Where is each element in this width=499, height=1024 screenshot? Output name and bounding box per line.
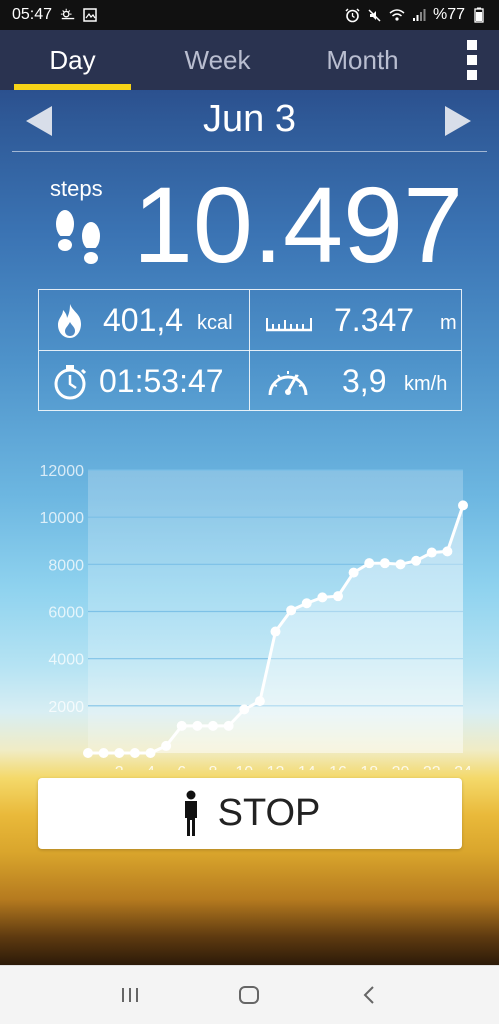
chart-data-point — [317, 592, 328, 603]
stop-button[interactable]: STOP — [38, 778, 462, 849]
chart-x-tick-label: 20 — [392, 764, 410, 770]
status-bar: 05:47 %77 — [0, 0, 499, 30]
steps-chart: 2000400060008000100001200024681012141618… — [0, 430, 499, 770]
home-icon[interactable] — [237, 983, 261, 1007]
chart-y-tick-label: 10000 — [40, 510, 85, 527]
chart-data-point — [379, 558, 390, 569]
stats-grid: 401,4 kcal 7.347 m 01:53:47 3,9 km/h — [38, 289, 462, 411]
chart-y-tick-label: 2000 — [48, 699, 84, 716]
overflow-menu-icon[interactable] — [463, 40, 481, 80]
current-date: Jun 3 — [203, 98, 296, 140]
chart-data-point — [161, 740, 172, 751]
back-icon[interactable] — [357, 983, 381, 1007]
recent-apps-icon[interactable] — [118, 983, 142, 1007]
wifi-icon — [389, 8, 405, 22]
next-day-arrow-icon[interactable] — [443, 104, 473, 138]
chart-y-tick-label: 12000 — [40, 463, 85, 480]
status-time: 05:47 — [12, 6, 53, 23]
chart-x-tick-label: 22 — [423, 764, 441, 770]
date-navigator: Jun 3 — [12, 90, 487, 152]
stopwatch-icon — [54, 365, 87, 400]
speedometer-icon — [268, 371, 308, 396]
battery-percent: %77 — [432, 6, 465, 23]
calories-value: 401,4 — [103, 302, 184, 338]
steps-label: steps — [50, 176, 103, 201]
image-icon — [82, 8, 98, 22]
chart-data-point — [145, 748, 156, 758]
chart-data-point — [223, 720, 234, 731]
steps-chart-svg: 2000400060008000100001200024681012141618… — [40, 463, 473, 770]
distance-value: 7.347 — [334, 302, 415, 338]
chart-data-point — [270, 626, 281, 637]
chart-data-point — [239, 704, 250, 715]
chart-x-tick-label: 10 — [235, 764, 253, 770]
footprints-icon — [56, 210, 100, 264]
chart-x-tick-label: 18 — [360, 764, 378, 770]
chart-data-point — [458, 500, 468, 511]
chart-x-tick-label: 6 — [177, 764, 186, 770]
person-icon — [184, 790, 197, 836]
tab-day[interactable]: Day — [0, 30, 145, 90]
chart-data-point — [83, 748, 93, 758]
chart-x-tick-label: 8 — [209, 764, 218, 770]
chart-data-point — [395, 559, 406, 570]
calories-unit: kcal — [197, 312, 233, 334]
steps-count: 10.497 — [132, 164, 464, 285]
alarm-icon — [345, 7, 361, 22]
chart-data-point — [114, 748, 125, 758]
chart-x-tick-label: 14 — [298, 764, 316, 770]
weather-icon — [60, 8, 76, 22]
speed-cell: 3,9 km/h — [250, 351, 460, 411]
chart-data-point — [364, 558, 375, 569]
chart-data-point — [411, 555, 422, 566]
chart-y-tick-label: 8000 — [48, 557, 84, 574]
system-nav-bar — [0, 965, 499, 1024]
tab-bar: Day Week Month — [0, 30, 499, 90]
chart-data-point — [254, 696, 265, 707]
chart-y-tick-label: 6000 — [48, 605, 84, 622]
distance-unit: m — [440, 312, 457, 334]
speed-unit: km/h — [404, 373, 448, 395]
ruler-icon — [266, 318, 312, 332]
mute-icon — [367, 8, 383, 22]
chart-data-point — [129, 748, 140, 758]
calories-cell: 401,4 kcal — [39, 290, 249, 350]
chart-data-point — [333, 591, 343, 602]
battery-icon — [471, 7, 487, 23]
chart-data-point — [286, 605, 297, 616]
signal-icon — [411, 8, 427, 22]
chart-data-point — [208, 720, 218, 731]
chart-data-point — [442, 546, 453, 557]
tab-month[interactable]: Month — [290, 30, 435, 90]
flame-icon — [58, 304, 81, 338]
chart-y-tick-label: 4000 — [48, 652, 84, 669]
chart-data-point — [192, 720, 203, 731]
chart-x-tick-label: 2 — [115, 764, 124, 770]
duration-value: 01:53:47 — [99, 363, 224, 399]
distance-cell: 7.347 m — [250, 290, 460, 350]
speed-value: 3,9 — [342, 363, 387, 399]
chart-x-tick-label: 4 — [146, 764, 155, 770]
chart-data-point — [348, 567, 359, 578]
chart-data-point — [426, 547, 437, 558]
chart-data-point — [176, 720, 187, 731]
stop-button-label: STOP — [217, 792, 321, 834]
chart-data-point — [301, 598, 312, 609]
app-screen: Day Week Month Jun 3 steps 10.497 401,4 … — [0, 30, 499, 965]
chart-x-tick-label: 12 — [267, 764, 285, 770]
duration-cell: 01:53:47 — [39, 351, 249, 411]
chart-x-tick-label: 24 — [454, 764, 472, 770]
chart-x-tick-label: 16 — [329, 764, 347, 770]
tab-week[interactable]: Week — [145, 30, 290, 90]
chart-data-point — [98, 748, 109, 758]
